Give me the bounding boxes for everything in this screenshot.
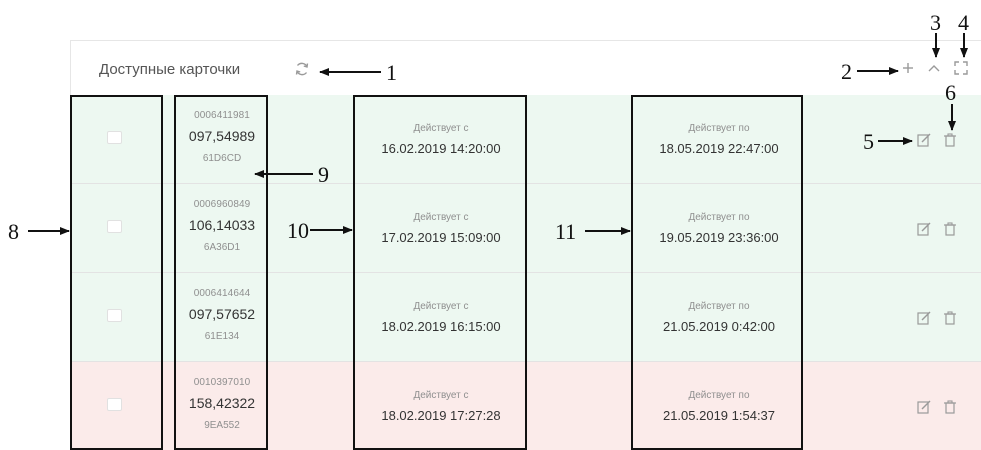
valid-to-label: Действует по — [688, 212, 750, 223]
card-hex-code: 61E134 — [204, 331, 240, 342]
callout-number-8: 8 — [8, 219, 19, 244]
card-number: 0006411981 — [194, 110, 250, 121]
valid-from-label: Действует с — [413, 390, 469, 401]
callout-number-2: 2 — [841, 59, 852, 84]
card-number: 0006414644 — [193, 288, 251, 299]
callout-number-10: 10 — [287, 218, 309, 243]
edit-icon[interactable] — [917, 400, 931, 414]
card-code: 097,54989 — [188, 128, 256, 144]
callout-number-3: 3 — [930, 10, 941, 35]
cards-panel: Доступные карточки 0006411981 097,54989 … — [70, 40, 981, 450]
valid-from-date: 16.02.2019 14:20:00 — [381, 141, 501, 156]
valid-to-label: Действует по — [688, 390, 750, 401]
valid-to-date: 18.05.2019 22:47:00 — [659, 141, 779, 156]
valid-from-date: 18.02.2019 16:15:00 — [381, 319, 501, 334]
valid-to-label: Действует по — [688, 301, 750, 312]
row-checkbox[interactable] — [107, 220, 122, 233]
callout-number-9: 9 — [318, 162, 329, 187]
card-code: 106,14033 — [188, 217, 256, 233]
trash-icon[interactable] — [943, 133, 957, 147]
edit-icon[interactable] — [917, 311, 931, 325]
card-number: 0010397010 — [193, 377, 251, 388]
card-row: 0010397010 158,42322 9EA552 Действует с … — [71, 362, 981, 450]
callout-number-4: 4 — [958, 10, 969, 35]
panel-title: Доступные карточки — [99, 61, 241, 78]
callout-number-11: 11 — [555, 219, 577, 244]
card-number: 0006960849 — [193, 199, 251, 210]
callout-number-6: 6 — [945, 80, 956, 105]
add-icon[interactable] — [900, 60, 916, 76]
screenshot-stage: Доступные карточки 0006411981 097,54989 … — [0, 0, 981, 450]
card-hex-code: 6A36D1 — [203, 242, 241, 253]
card-code: 097,57652 — [188, 306, 256, 322]
row-checkbox[interactable] — [107, 309, 122, 322]
fullscreen-icon[interactable] — [953, 60, 969, 76]
valid-from-date: 17.02.2019 15:09:00 — [381, 230, 501, 245]
collapse-icon[interactable] — [926, 60, 942, 76]
valid-from-label: Действует с — [413, 123, 469, 134]
row-checkbox[interactable] — [107, 131, 122, 144]
callout-number-1: 1 — [386, 60, 397, 85]
row-checkbox[interactable] — [107, 398, 122, 411]
valid-from-label: Действует с — [413, 212, 469, 223]
card-row: 0006414644 097,57652 61E134 Действует с … — [71, 273, 981, 362]
card-hex-code: 9EA552 — [204, 420, 240, 431]
refresh-icon[interactable] — [294, 61, 310, 77]
card-hex-code: 61D6CD — [202, 153, 242, 164]
trash-icon[interactable] — [943, 222, 957, 236]
card-code: 158,42322 — [188, 395, 256, 411]
edit-icon[interactable] — [917, 222, 931, 236]
edit-icon[interactable] — [917, 133, 931, 147]
trash-icon[interactable] — [943, 311, 957, 325]
valid-to-date: 21.05.2019 1:54:37 — [662, 408, 776, 423]
valid-from-label: Действует с — [413, 301, 469, 312]
trash-icon[interactable] — [943, 400, 957, 414]
card-row: 0006411981 097,54989 61D6CD Действует с … — [71, 95, 981, 184]
valid-from-date: 18.02.2019 17:27:28 — [381, 408, 501, 423]
valid-to-date: 21.05.2019 0:42:00 — [662, 319, 776, 334]
valid-to-label: Действует по — [688, 123, 750, 134]
card-row: 0006960849 106,14033 6A36D1 Действует с … — [71, 184, 981, 273]
valid-to-date: 19.05.2019 23:36:00 — [659, 230, 779, 245]
callout-number-5: 5 — [863, 129, 874, 154]
